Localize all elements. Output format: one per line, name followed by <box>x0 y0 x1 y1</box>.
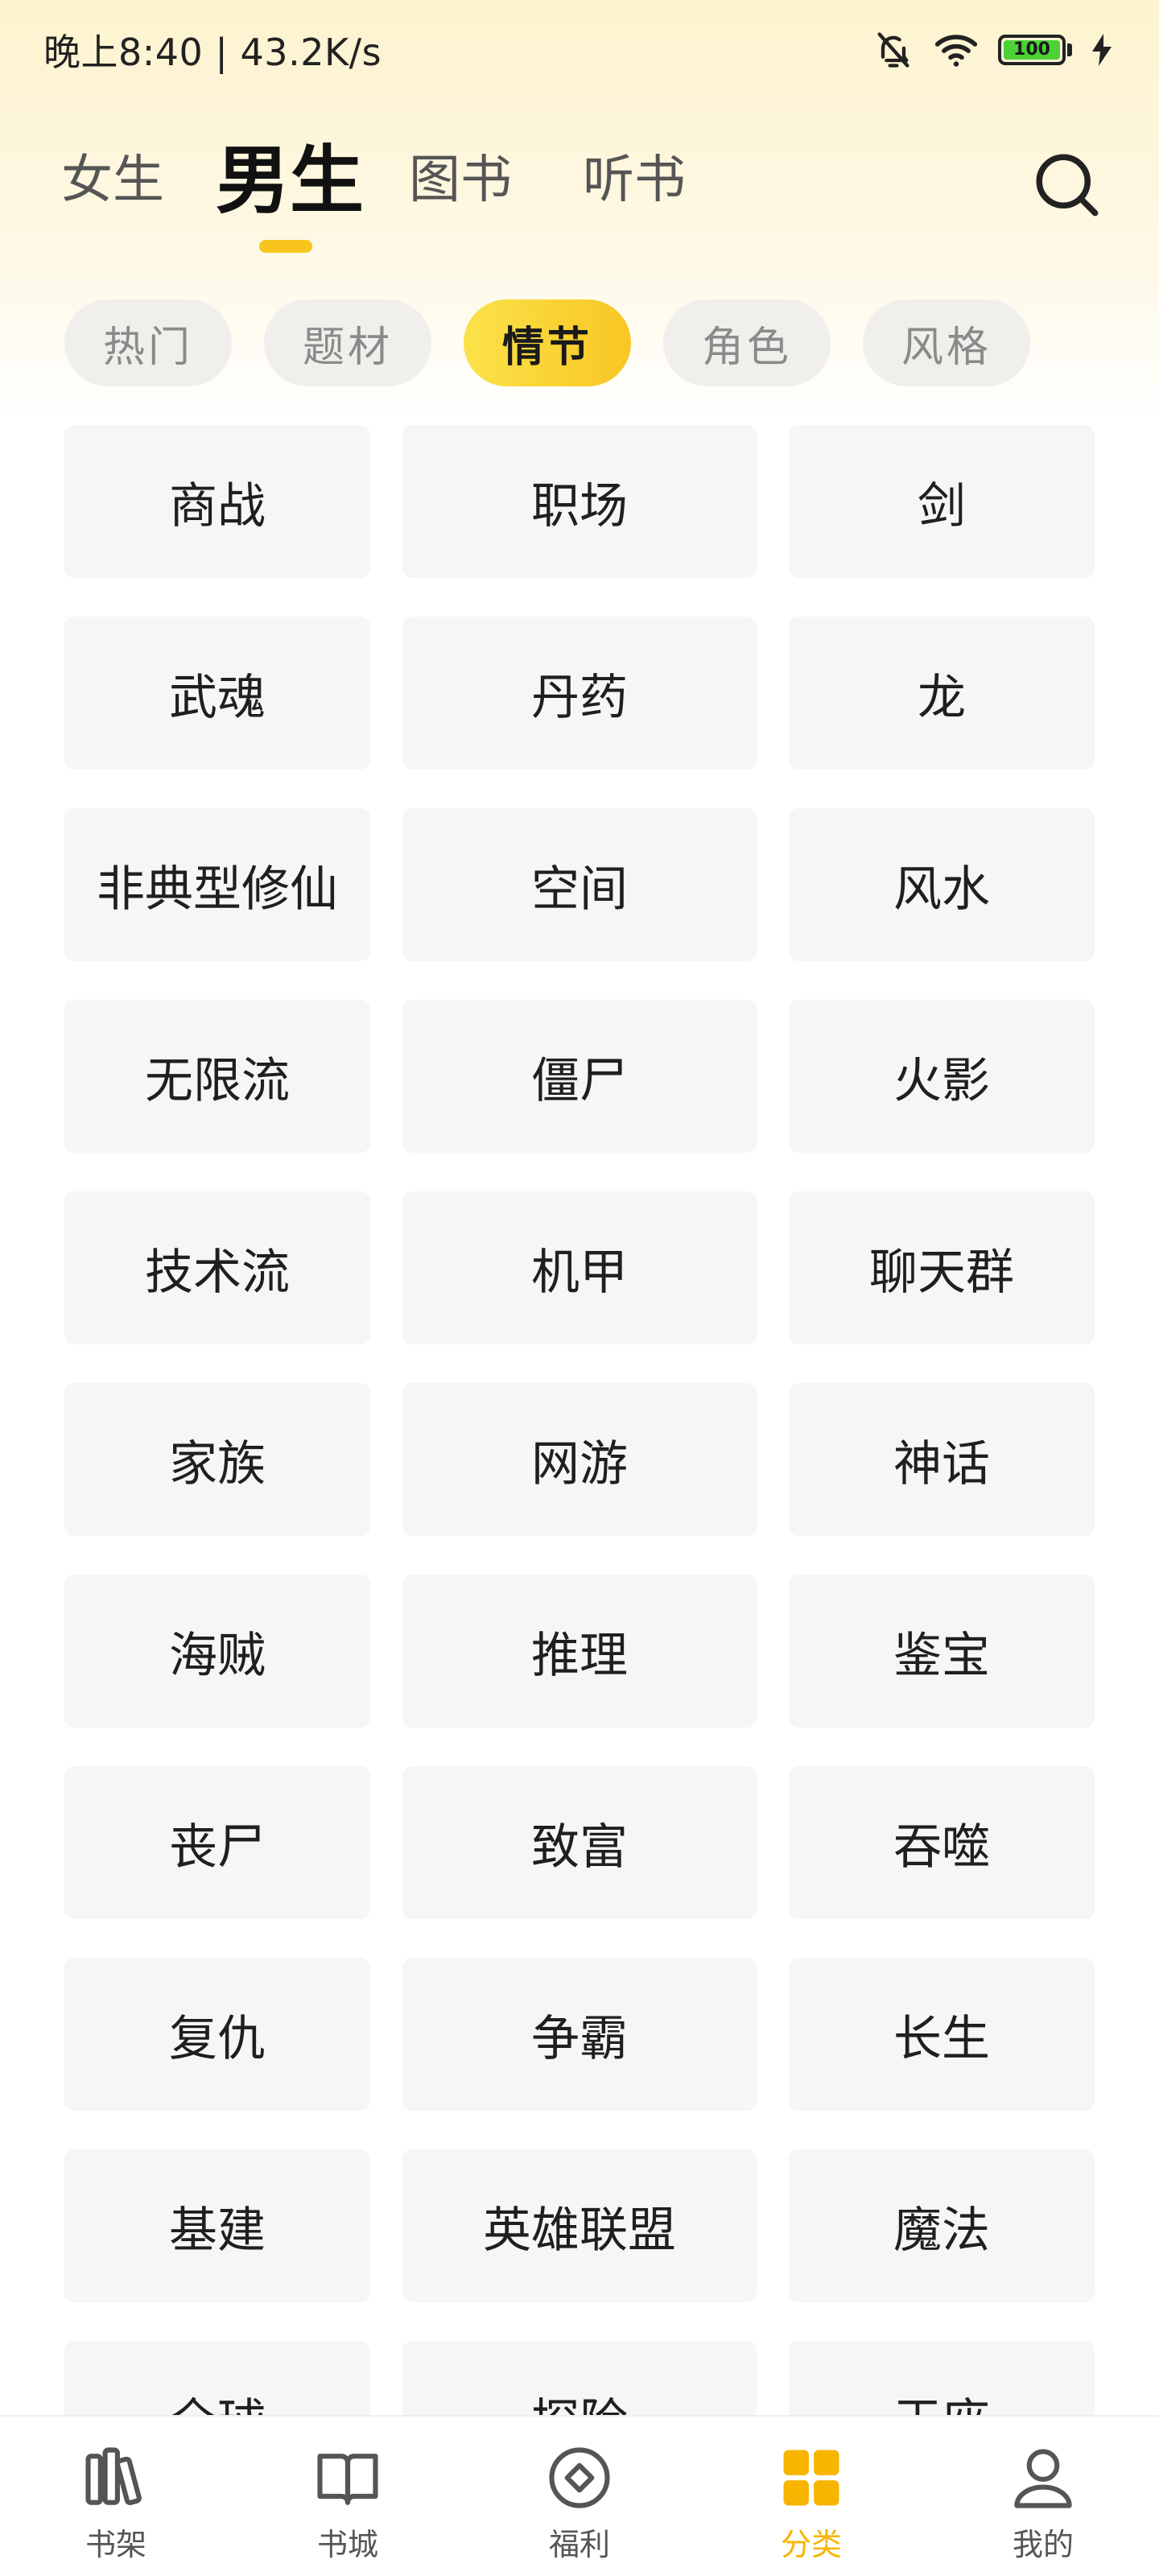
category-tile[interactable]: 火影 <box>789 1000 1095 1153</box>
category-grid-viewport: 商战 职场 剑 武魂 丹药 龙 非典型修仙 空间 风水 无限流 僵尸 火影 技术… <box>0 425 1159 2415</box>
subtab-theme[interactable]: 题材 <box>264 299 431 386</box>
charging-bolt-icon <box>1092 34 1112 66</box>
category-tile[interactable]: 推理 <box>402 1575 757 1728</box>
category-tile[interactable]: 家族 <box>64 1383 370 1536</box>
category-tile[interactable]: 争霸 <box>402 1958 757 2111</box>
open-book-icon <box>317 2454 378 2505</box>
nav-label: 分类 <box>780 2527 842 2562</box>
category-tile[interactable]: 网游 <box>402 1383 757 1536</box>
subtab-plot[interactable]: 情节 <box>464 299 631 386</box>
search-button[interactable] <box>1030 148 1103 221</box>
subcategory-tabs: 热门 题材 情节 角色 风格 <box>64 299 1030 386</box>
category-tile[interactable]: 职场 <box>402 425 757 578</box>
status-bar: 晚上8:40 | 43.2K/s 100 <box>0 0 1159 100</box>
mute-bell-icon <box>877 32 909 68</box>
search-icon <box>1036 154 1099 217</box>
category-tile[interactable]: 无限流 <box>64 1000 370 1153</box>
subtab-style[interactable]: 风格 <box>863 299 1030 386</box>
category-tile[interactable]: 丹药 <box>402 617 757 770</box>
category-tile[interactable]: 丧尸 <box>64 1766 370 1919</box>
status-icons: 100 <box>872 29 1112 71</box>
app-screen: 晚上8:40 | 43.2K/s 100 女生 男生 图书 听书 热门 题材 情… <box>0 0 1159 2576</box>
category-tile[interactable]: 探险 <box>402 2341 757 2415</box>
nav-label: 福利 <box>548 2527 610 2562</box>
category-tile[interactable]: 空间 <box>402 808 757 961</box>
active-tab-indicator <box>259 240 312 253</box>
subtab-hot[interactable]: 热门 <box>64 299 232 386</box>
bottom-navigation: 书架 书城 福利 分类 我的 <box>0 2415 1159 2576</box>
category-tile[interactable]: 非典型修仙 <box>64 808 370 961</box>
category-tile[interactable]: 鉴宝 <box>789 1575 1095 1728</box>
tab-audiobooks[interactable]: 听书 <box>583 138 686 213</box>
tab-male[interactable]: 男生 <box>216 121 364 228</box>
status-time-speed: 晚上8:40 | 43.2K/s <box>43 31 382 74</box>
category-tile[interactable]: 复仇 <box>64 1958 370 2111</box>
category-grid: 商战 职场 剑 武魂 丹药 龙 非典型修仙 空间 风水 无限流 僵尸 火影 技术… <box>64 425 1095 2415</box>
wifi-icon <box>934 35 978 67</box>
category-tile[interactable]: 长生 <box>789 1958 1095 2111</box>
nav-label: 我的 <box>1012 2527 1074 2562</box>
category-tile[interactable]: 机甲 <box>402 1191 757 1344</box>
person-icon <box>1014 2449 1072 2508</box>
category-tile[interactable]: 致富 <box>402 1766 757 1919</box>
nav-category[interactable]: 分类 <box>695 2417 927 2576</box>
battery-level: 100 <box>1004 40 1060 60</box>
battery-icon: 100 <box>998 35 1072 65</box>
category-tile[interactable]: 王座 <box>789 2341 1095 2415</box>
diamond-coin-icon <box>549 2447 610 2508</box>
category-tile[interactable]: 吞噬 <box>789 1766 1095 1919</box>
category-tile[interactable]: 风水 <box>789 808 1095 961</box>
nav-bookshelf[interactable]: 书架 <box>0 2417 232 2576</box>
nav-mine[interactable]: 我的 <box>927 2417 1159 2576</box>
category-tile[interactable]: 技术流 <box>64 1191 370 1344</box>
tab-books[interactable]: 图书 <box>409 138 512 213</box>
nav-welfare[interactable]: 福利 <box>464 2417 695 2576</box>
category-tile[interactable]: 基建 <box>64 2149 370 2302</box>
nav-label: 书架 <box>85 2527 146 2562</box>
grid-category-icon <box>783 2450 839 2506</box>
category-tile[interactable]: 僵尸 <box>402 1000 757 1153</box>
nav-bookstore[interactable]: 书城 <box>232 2417 464 2576</box>
category-tile[interactable]: 神话 <box>789 1383 1095 1536</box>
subtab-role[interactable]: 角色 <box>663 299 831 386</box>
nav-label: 书城 <box>316 2527 378 2562</box>
bookshelf-icon <box>85 2447 142 2505</box>
category-tile[interactable]: 海贼 <box>64 1575 370 1728</box>
category-tile[interactable]: 武魂 <box>64 617 370 770</box>
category-tile[interactable]: 商战 <box>64 425 370 578</box>
category-tile[interactable]: 全球 <box>64 2341 370 2415</box>
category-tile[interactable]: 聊天群 <box>789 1191 1095 1344</box>
gender-tabs: 女生 男生 图书 听书 <box>0 121 1159 258</box>
tab-female[interactable]: 女生 <box>61 138 164 213</box>
category-tile[interactable]: 英雄联盟 <box>402 2149 757 2302</box>
category-tile[interactable]: 魔法 <box>789 2149 1095 2302</box>
category-tile[interactable]: 剑 <box>789 425 1095 578</box>
category-tile[interactable]: 龙 <box>789 617 1095 770</box>
